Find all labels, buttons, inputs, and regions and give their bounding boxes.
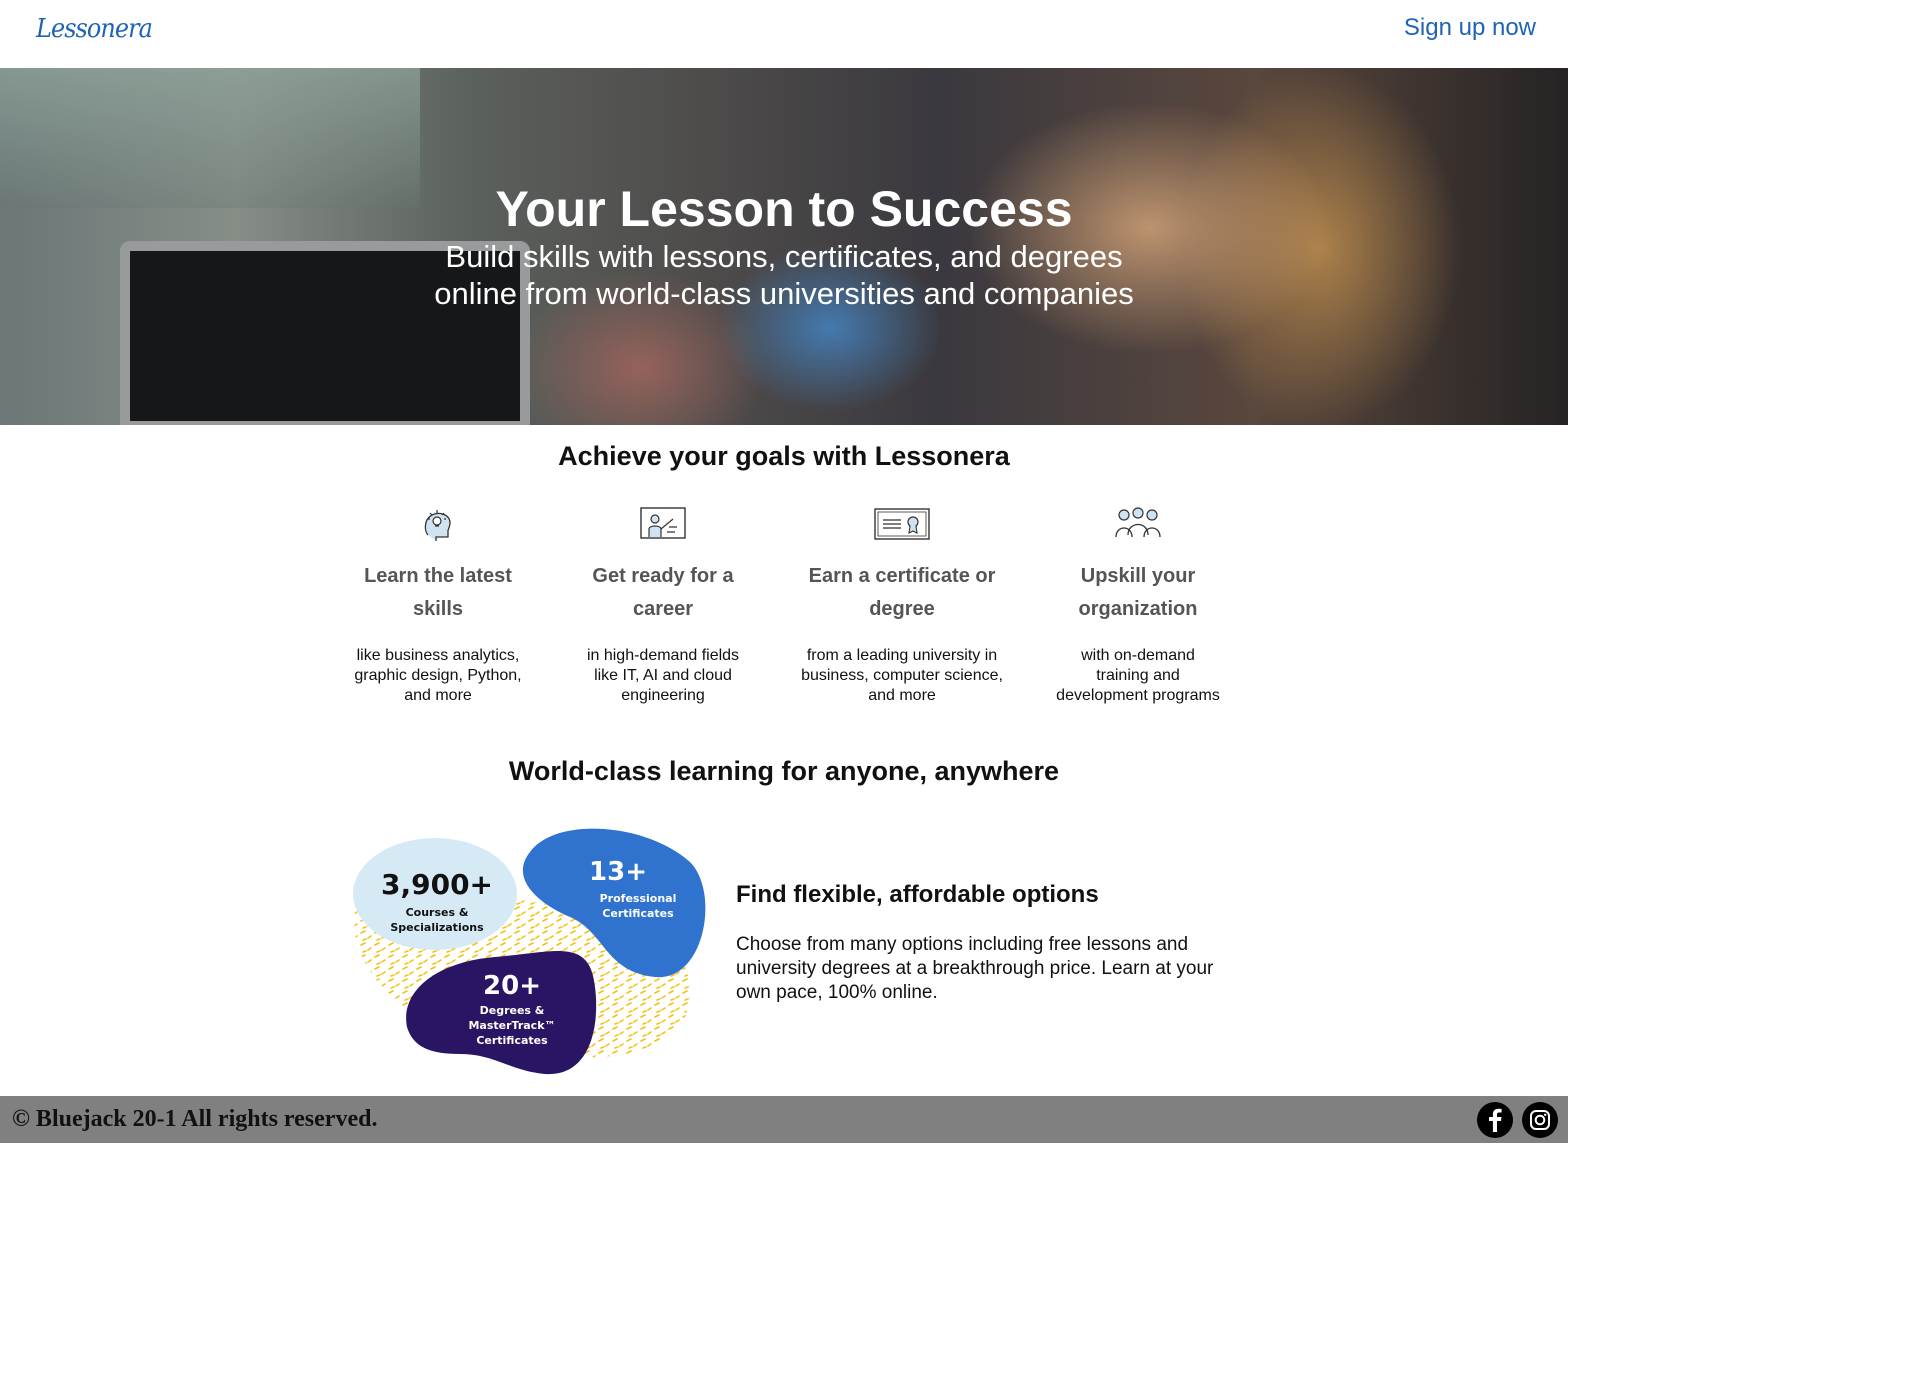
head-lightbulb-icon xyxy=(424,510,451,541)
hero-subtitle: Build skills with lessons, certificates,… xyxy=(434,239,1134,311)
stats-illustration: 3,900+ Courses & Specializations 13+ Pro… xyxy=(353,828,706,1075)
goal-organization: Upskill your organization with on-demand t… xyxy=(1028,505,1248,706)
world-section-title: World-class learning for anyone, anywher… xyxy=(508,756,1060,786)
goal-heading: Get ready for a career xyxy=(592,565,734,620)
site-header: Lessonera Sign up now xyxy=(0,0,1568,68)
goal-learn-skills: Learn the latest skills like business ana… xyxy=(338,505,538,706)
goal-description: like business analytics, graphic design, … xyxy=(354,647,522,704)
stat-value: 13+ xyxy=(589,857,647,887)
hero-banner: Your Lesson to Success Build skills with… xyxy=(0,68,1568,425)
instagram-icon[interactable] xyxy=(1522,1102,1558,1138)
goal-certificate: Earn a certificate or degree from a leadi… xyxy=(782,505,1022,706)
goal-heading: Earn a certificate or degree xyxy=(808,565,996,620)
people-group-icon xyxy=(1115,507,1161,538)
svg-text:Specializations: Specializations xyxy=(390,921,484,934)
copyright-text: © Bluejack 20-1 All rights reserved. xyxy=(12,1106,378,1132)
goals-section-title: Achieve your goals with Lessonera xyxy=(558,441,1010,471)
stat-value: 3,900+ xyxy=(381,868,493,901)
svg-text:Degrees &: Degrees & xyxy=(480,1004,545,1017)
goal-description: with on-demand training and development pr… xyxy=(1056,647,1220,704)
goal-heading: Learn the latest skills xyxy=(364,565,512,620)
svg-text:Courses &: Courses & xyxy=(406,906,469,919)
presenter-board-icon xyxy=(640,507,686,539)
site-footer: © Bluejack 20-1 All rights reserved. xyxy=(0,1096,1568,1143)
sign-up-link[interactable]: Sign up now xyxy=(1404,14,1536,42)
svg-text:MasterTrack™: MasterTrack™ xyxy=(468,1019,555,1032)
goal-description: in high-demand fields like IT, AI and clo… xyxy=(586,647,740,704)
svg-text:Certificates: Certificates xyxy=(476,1034,548,1047)
find-options-title: Find flexible, affordable options xyxy=(736,881,1099,908)
svg-text:Certificates: Certificates xyxy=(602,907,674,920)
svg-text:Professional: Professional xyxy=(600,892,677,905)
goal-description: from a leading university in business, co… xyxy=(801,647,1003,704)
certificate-icon xyxy=(874,508,930,540)
goal-career: Get ready for a career in high-demand fie… xyxy=(563,505,763,706)
hero-title: Your Lesson to Success xyxy=(495,181,1073,237)
facebook-icon[interactable] xyxy=(1477,1102,1513,1138)
stat-value: 20+ xyxy=(483,971,541,1001)
find-options-text: Choose from many options including free … xyxy=(736,934,1214,1003)
goal-heading: Upskill your organization xyxy=(1078,565,1198,620)
logo[interactable]: Lessonera xyxy=(36,14,153,44)
